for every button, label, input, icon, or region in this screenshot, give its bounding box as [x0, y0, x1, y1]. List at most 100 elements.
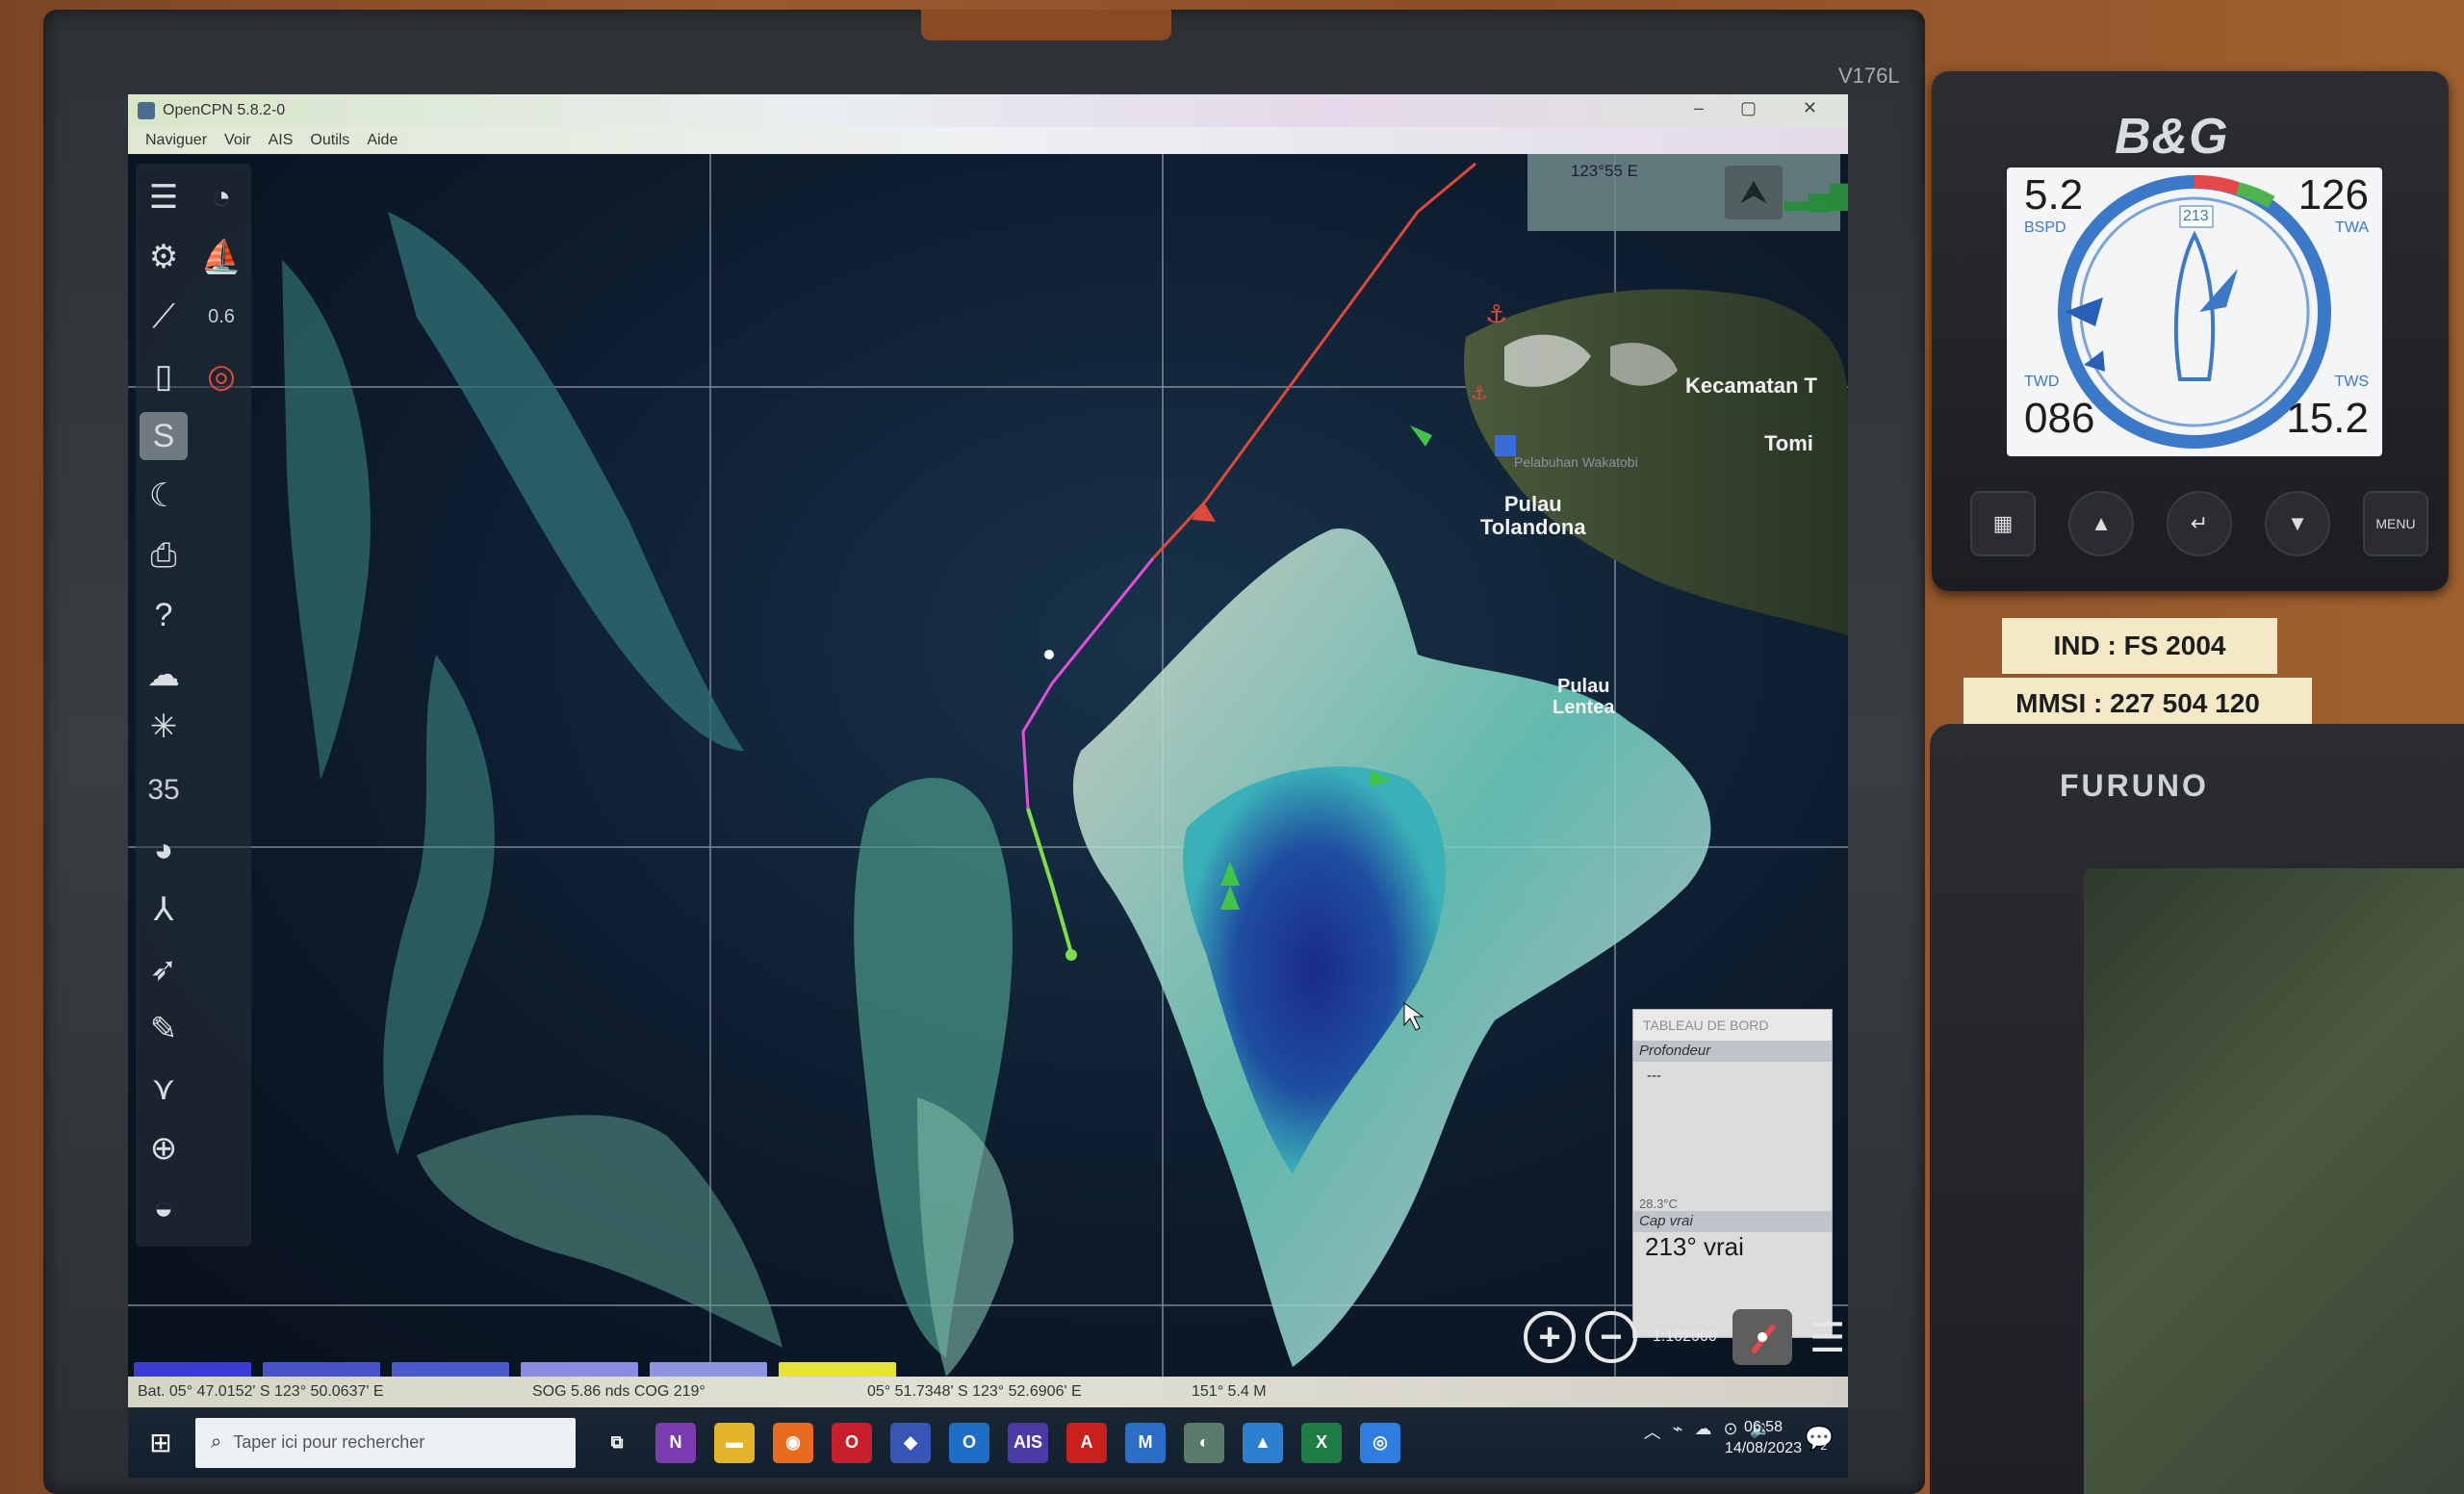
minimize-button[interactable]: –	[1694, 98, 1704, 118]
overlay-menu-icon[interactable]: ☰	[1810, 1314, 1846, 1361]
chart-map: ⚓ ⚓	[128, 154, 1848, 1377]
tws-value: 15.2	[2286, 395, 2369, 442]
bearing-distance: 151° 5.4 M	[1192, 1383, 1267, 1400]
taskbar-onenote-icon[interactable]: N	[655, 1422, 696, 1463]
taskbar-shield-app-icon[interactable]: ◆	[890, 1422, 931, 1463]
bg-enter-button-icon[interactable]: ↵	[2167, 491, 2232, 556]
menu-bar: Naviguer Voir AIS Outils Aide	[128, 127, 1848, 154]
water-temperature: 28.3°C	[1639, 1197, 1678, 1211]
twa-label: TWA	[2335, 219, 2369, 236]
chart-quilt-bar	[134, 1362, 896, 1377]
taskbar-chrome-like-icon[interactable]: ◎	[1360, 1422, 1400, 1463]
depth-label: Profondeur	[1633, 1041, 1832, 1062]
chart-bar-item[interactable]	[521, 1362, 638, 1377]
document-icon[interactable]: ▯	[140, 352, 188, 400]
grib-icon[interactable]: ⅄	[140, 886, 188, 934]
taskbar-pro-ais-icon[interactable]: AIS	[1008, 1422, 1048, 1463]
track-icon[interactable]: S	[140, 412, 188, 460]
draw-icon[interactable]: ✎	[140, 1005, 188, 1053]
chart-canvas[interactable]: ⚓ ⚓ Kecamatan T Tomi Pelabuhan Wakatobi …	[128, 154, 1848, 1377]
rocket-icon[interactable]: ➶	[140, 945, 188, 993]
longitude-label: 123°55 E	[1570, 162, 1638, 180]
taskbar-task-view-icon[interactable]: ⧉	[597, 1423, 637, 1463]
bg-up-button-icon[interactable]: ▲	[2068, 491, 2134, 556]
heading-value: 213° vrai	[1645, 1232, 1744, 1261]
tray-chevron-icon[interactable]: ︿	[1644, 1419, 1661, 1444]
opencpn-app-icon	[138, 102, 155, 119]
bspd-label: BSPD	[2024, 219, 2066, 236]
taskbar-acrobat-icon[interactable]: A	[1066, 1422, 1107, 1463]
chart-bar-item[interactable]	[779, 1362, 896, 1377]
taskbar-opencpn-icon[interactable]: ◐	[1184, 1422, 1224, 1463]
plugin-icon[interactable]: ◒	[140, 1184, 188, 1232]
chart-bar-item[interactable]	[650, 1362, 767, 1377]
taskbar-search[interactable]: ⌕ Taper ici pour rechercher	[195, 1417, 576, 1468]
windows-start-icon[interactable]: ⊞	[134, 1416, 188, 1470]
help-icon[interactable]: ?	[140, 591, 188, 639]
tray-cloud-icon[interactable]: ☁	[1694, 1419, 1711, 1444]
mob-lifebuoy-icon[interactable]: ◎	[197, 352, 245, 400]
clock-date: 14/08/2023	[1724, 1440, 1802, 1456]
taskbar-m-app-icon[interactable]: M	[1125, 1422, 1166, 1463]
menu-item-voir[interactable]: Voir	[224, 132, 251, 149]
sog-cog: SOG 5.86 nds COG 219°	[532, 1383, 706, 1400]
taskbar-outlook-icon[interactable]: O	[949, 1422, 989, 1463]
north-compass-icon[interactable]: ⮝	[1725, 166, 1783, 219]
windows-taskbar: ⊞ ⌕ Taper ici pour rechercher ⧉ N ▬ ◉ O ◆ O AIS…	[128, 1407, 1848, 1478]
menu-item-aide[interactable]: Aide	[367, 132, 398, 149]
globe-icon[interactable]: ◕	[140, 826, 188, 874]
zoom-in-icon[interactable]: +	[1524, 1311, 1576, 1363]
ind-plate: IND : FS 2004	[2002, 618, 2277, 674]
chart-scale: 1:102000	[1653, 1328, 1717, 1345]
autopilot-icon[interactable]: ⛵	[197, 233, 245, 281]
tray-usb-icon[interactable]: ⌁	[1673, 1419, 1683, 1444]
maximize-button[interactable]: ▢	[1740, 98, 1757, 118]
menu-item-outils[interactable]: Outils	[310, 132, 349, 149]
bg-brand-logo: B&G	[2115, 109, 2229, 165]
chart-bar-item[interactable]	[134, 1362, 251, 1377]
taskbar-firefox-icon[interactable]: ◉	[773, 1422, 813, 1463]
bg-down-button-icon[interactable]: ▼	[2265, 491, 2330, 556]
taskbar-clock[interactable]: 06:58 14/08/2023	[1725, 1417, 1802, 1459]
bg-menu-button[interactable]: MENU	[2363, 491, 2428, 556]
taskbar-app-icons: ⧉ N ▬ ◉ O ◆ O AIS A M ◐ ▲ X ◎	[597, 1422, 1400, 1463]
route-manager-icon[interactable]	[1732, 1309, 1792, 1365]
clock-time: 06:58	[1743, 1419, 1783, 1435]
dashboard-title: TABLEAU DE BORD	[1633, 1010, 1832, 1041]
light-icon[interactable]: ✳	[140, 703, 188, 751]
search-placeholder: Taper ici pour rechercher	[233, 1432, 425, 1452]
bg-heading-value: 213	[2183, 208, 2209, 224]
taskbar-photos-icon[interactable]: ▲	[1243, 1422, 1283, 1463]
monitor-mount-tab	[921, 10, 1171, 40]
bg-grid-button-icon[interactable]: ▦	[1970, 491, 2036, 556]
place-label-tolandona: Pulau Tolandona	[1480, 492, 1586, 539]
chart-bar-item[interactable]	[263, 1362, 380, 1377]
settings-gear-icon[interactable]: ⚙	[140, 233, 188, 281]
chart-bar-item[interactable]	[392, 1362, 509, 1377]
tws-label: TWS	[2334, 374, 2369, 390]
tide-current-icon[interactable]: ☾	[140, 472, 188, 520]
place-label-tomi: Tomi	[1764, 431, 1813, 455]
furuno-screen	[2084, 868, 2464, 1494]
signal-bars-icon[interactable]: ▂▄▆	[1784, 166, 1848, 219]
weather-icon[interactable]: ☁	[140, 651, 188, 699]
taskbar-opera-icon[interactable]: O	[832, 1422, 872, 1463]
zoom-out-icon[interactable]: −	[1585, 1311, 1637, 1363]
taskbar-excel-icon[interactable]: X	[1301, 1422, 1342, 1463]
menu-item-naviguer[interactable]: Naviguer	[145, 132, 207, 149]
layers-badge[interactable]: 35	[140, 766, 188, 814]
print-icon[interactable]: ⎙	[140, 531, 188, 580]
route-icon[interactable]: ⟋	[140, 293, 188, 341]
notification-count: 2	[1820, 1439, 1827, 1453]
notification-center-icon[interactable]: 💬2	[1805, 1425, 1840, 1453]
monitor-model-label: V176L	[1838, 64, 1900, 88]
hamburger-menu-icon[interactable]: ☰	[140, 173, 188, 221]
world-icon[interactable]: ⊕	[140, 1124, 188, 1172]
dashboard-gauge-icon[interactable]: ◔	[197, 173, 245, 221]
taskbar-file-explorer-icon[interactable]: ▬	[714, 1422, 755, 1463]
twd-value: 086	[2024, 395, 2095, 442]
wind-vane-icon[interactable]: ⋎	[140, 1065, 188, 1113]
depth-value: ---	[1647, 1068, 1661, 1084]
close-button[interactable]: ✕	[1803, 98, 1817, 118]
menu-item-ais[interactable]: AIS	[269, 132, 294, 149]
